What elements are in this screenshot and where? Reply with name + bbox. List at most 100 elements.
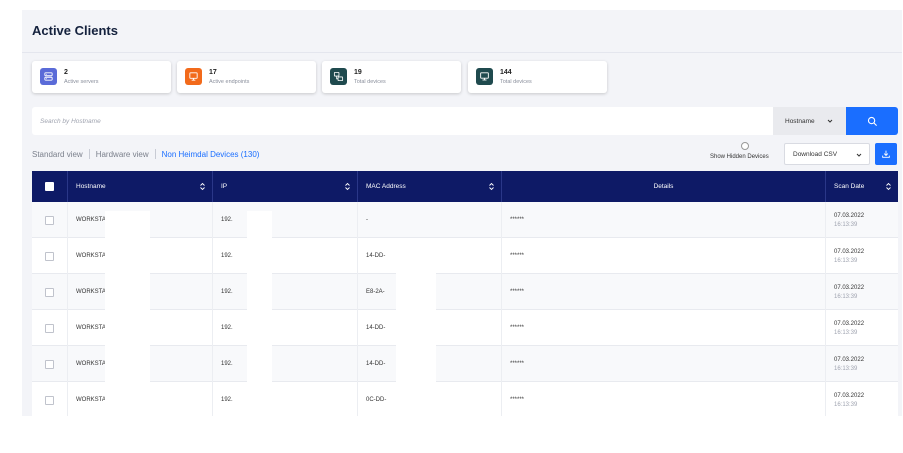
cell-details: ******: [502, 238, 826, 274]
cell-details: ******: [502, 382, 826, 416]
cell-ip: 192.: [213, 382, 358, 416]
scan-time: 16:13:39: [834, 329, 858, 336]
row-checkbox[interactable]: [45, 395, 54, 405]
cell-ip: 192.: [213, 346, 358, 382]
devices-icon: [330, 68, 347, 85]
search-field-select[interactable]: Hostname: [773, 107, 846, 135]
cell-ip: 192.: [213, 310, 358, 346]
search-field-label: Hostname: [785, 117, 815, 125]
tab-divider: [154, 149, 156, 159]
table-row[interactable]: WORKSTA 192. 14-DD- ****** 07.03.2022 16…: [32, 346, 898, 382]
redaction-mask: [247, 211, 272, 416]
card-active-endpoints[interactable]: 17 Active endpoints: [177, 61, 316, 93]
title-divider: [22, 52, 902, 53]
view-tabs: Standard view Hardware view Non Heimdal …: [32, 149, 259, 159]
download-format-select[interactable]: Download CSV: [784, 143, 870, 165]
cell-scan-date: 07.03.2022 16:13:39: [826, 202, 898, 238]
cell-scan-date: 07.03.2022 16:13:39: [826, 382, 898, 416]
cell-ip: 192.: [213, 274, 358, 310]
sort-icon: [200, 182, 205, 191]
row-checkbox[interactable]: [45, 323, 54, 333]
card-label: Active servers: [64, 79, 99, 85]
cell-details: ******: [502, 202, 826, 238]
cell-scan-date: 07.03.2022 16:13:39: [826, 310, 898, 346]
cell-scan-date: 07.03.2022 16:13:39: [826, 238, 898, 274]
scan-time: 16:13:39: [834, 257, 858, 264]
table-row[interactable]: WORKSTA 192. 0C-DD- ****** 07.03.2022 16…: [32, 382, 898, 416]
table-row[interactable]: WORKSTA 192. - ****** 07.03.2022 16:13:3…: [32, 202, 898, 238]
column-scan-date-label: Scan Date: [834, 183, 865, 190]
monitor-icon: [185, 68, 202, 85]
card-value: 144: [500, 69, 512, 76]
table-row[interactable]: WORKSTA 192. E8-2A- ****** 07.03.2022 16…: [32, 274, 898, 310]
desktop-icon: [476, 68, 493, 85]
chevron-down-icon: [856, 153, 862, 157]
search-button[interactable]: [846, 107, 898, 135]
table-row[interactable]: WORKSTA 192. 14-DD- ****** 07.03.2022 16…: [32, 310, 898, 346]
column-ip-label: IP: [221, 183, 228, 190]
show-hidden-label: Show Hidden Devices: [710, 154, 769, 160]
cell-scan-date: 07.03.2022 16:13:39: [826, 346, 898, 382]
row-checkbox[interactable]: [45, 251, 54, 261]
search-bar: [32, 107, 773, 135]
download-button[interactable]: [875, 143, 897, 165]
row-checkbox-cell: [32, 238, 68, 274]
cell-mac: -: [358, 202, 502, 238]
cell-ip: 192.: [213, 238, 358, 274]
card-label: Total devices: [500, 79, 532, 85]
scan-time: 16:13:39: [834, 221, 858, 228]
column-scan-date[interactable]: Scan Date: [826, 171, 898, 202]
card-value: 17: [209, 69, 217, 76]
column-hostname-label: Hostname: [76, 183, 106, 190]
column-details: Details: [502, 171, 826, 202]
column-mac-address[interactable]: MAC Address: [358, 171, 502, 202]
select-all-checkbox[interactable]: [45, 182, 54, 191]
server-icon: [40, 68, 57, 85]
scan-time: 16:13:39: [834, 365, 858, 372]
card-label: Active endpoints: [209, 79, 250, 85]
cell-details: ******: [502, 310, 826, 346]
card-total-devices-all[interactable]: 144 Total devices: [468, 61, 607, 93]
scan-time: 16:13:39: [834, 293, 858, 300]
tab-hardware-view[interactable]: Hardware view: [96, 150, 149, 159]
scan-date: 07.03.2022: [834, 356, 865, 363]
card-total-devices[interactable]: 19 Total devices: [322, 61, 461, 93]
row-checkbox[interactable]: [45, 287, 54, 297]
devices-table: Hostname IP MAC Address Details Scan Dat…: [32, 171, 898, 416]
tab-non-heimdal-devices[interactable]: Non Heimdal Devices (130): [162, 150, 260, 159]
cell-ip: 192.: [213, 202, 358, 238]
row-checkbox[interactable]: [45, 215, 54, 225]
row-checkbox-cell: [32, 310, 68, 346]
scan-date: 07.03.2022: [834, 284, 865, 291]
card-value: 19: [354, 69, 362, 76]
row-checkbox[interactable]: [45, 359, 54, 369]
table-row[interactable]: WORKSTA 192. 14-DD- ****** 07.03.2022 16…: [32, 238, 898, 274]
show-hidden-devices-toggle[interactable]: Show Hidden Devices: [710, 142, 780, 164]
row-checkbox-cell: [32, 382, 68, 416]
card-value: 2: [64, 69, 68, 76]
search-icon: [867, 116, 877, 126]
chevron-down-icon: [827, 119, 833, 123]
show-hidden-radio[interactable]: [741, 142, 749, 150]
cell-details: ******: [502, 274, 826, 310]
card-active-servers[interactable]: 2 Active servers: [32, 61, 171, 93]
column-details-label: Details: [653, 183, 674, 190]
download-icon: [882, 150, 890, 158]
cell-scan-date: 07.03.2022 16:13:39: [826, 274, 898, 310]
active-clients-panel: Active Clients 2 Active servers 17 Activ…: [22, 10, 902, 416]
redaction-mask: [105, 211, 150, 416]
page-title: Active Clients: [32, 23, 118, 38]
row-checkbox-cell: [32, 274, 68, 310]
card-label: Total devices: [354, 79, 386, 85]
scan-date: 07.03.2022: [834, 248, 865, 255]
row-checkbox-cell: [32, 202, 68, 238]
scan-date: 07.03.2022: [834, 320, 865, 327]
scan-date: 07.03.2022: [834, 392, 865, 399]
column-ip[interactable]: IP: [213, 171, 358, 202]
cell-details: ******: [502, 346, 826, 382]
tab-standard-view[interactable]: Standard view: [32, 150, 83, 159]
column-mac-label: MAC Address: [366, 183, 406, 190]
column-hostname[interactable]: Hostname: [68, 171, 213, 202]
search-input[interactable]: [32, 107, 773, 135]
sort-icon: [345, 182, 350, 191]
